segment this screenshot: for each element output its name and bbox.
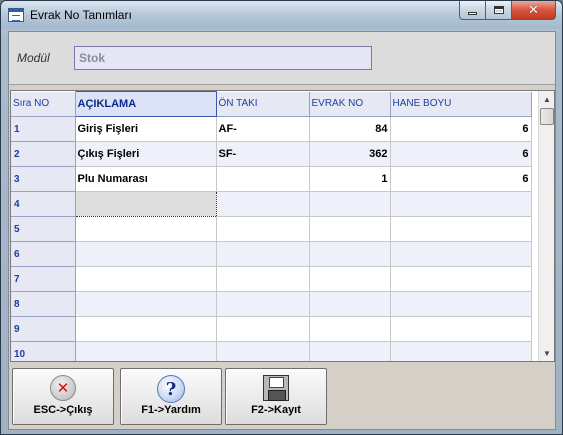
grid-header-row: Sıra NO AÇIKLAMA ÖN TAKI EVRAK NO HANE B… [11, 91, 532, 117]
module-field[interactable]: Stok [74, 46, 372, 70]
table-row: 7 [11, 266, 532, 292]
cell-description[interactable] [75, 216, 217, 242]
scroll-thumb[interactable] [540, 108, 554, 125]
cell-prefix[interactable] [216, 166, 310, 192]
row-number[interactable]: 4 [11, 191, 76, 217]
cell-prefix[interactable] [216, 291, 310, 317]
save-button[interactable]: F2->Kayıt [225, 368, 327, 425]
cell-number[interactable] [309, 191, 391, 217]
table-row: 3 Plu Numarası 1 6 [11, 166, 532, 192]
cell-digits[interactable] [390, 216, 532, 242]
minimize-icon [468, 11, 477, 15]
table-row: 2 Çıkış Fişleri SF- 362 6 [11, 141, 532, 167]
cell-description[interactable]: Giriş Fişleri [75, 116, 217, 142]
cell-description[interactable] [75, 266, 217, 292]
row-number[interactable]: 10 [11, 341, 76, 361]
row-number[interactable]: 5 [11, 216, 76, 242]
window-controls: ✕ [459, 1, 556, 20]
cell-number[interactable]: 84 [309, 116, 391, 142]
cell-prefix[interactable] [216, 341, 310, 361]
cell-prefix[interactable] [216, 216, 310, 242]
cell-number[interactable] [309, 266, 391, 292]
table-row: 9 [11, 316, 532, 342]
cell-digits[interactable] [390, 191, 532, 217]
close-circle-icon: ✕ [50, 375, 76, 401]
cell-digits[interactable] [390, 316, 532, 342]
cell-description[interactable] [75, 316, 217, 342]
save-button-label: F2->Kayıt [251, 404, 301, 416]
row-number[interactable]: 6 [11, 241, 76, 267]
column-header-description[interactable]: AÇIKLAMA [74, 91, 217, 117]
question-mark-icon: ? [157, 375, 185, 403]
client-area: Modül Stok Sıra NO AÇIKLAMA ÖN TAKI EVRA… [8, 31, 556, 430]
exit-button[interactable]: ✕ ESC->Çıkış [12, 368, 114, 425]
grid-table: Sıra NO AÇIKLAMA ÖN TAKI EVRAK NO HANE B… [11, 91, 532, 361]
cell-number[interactable] [309, 241, 391, 267]
cell-digits[interactable]: 6 [390, 141, 532, 167]
cell-digits[interactable] [390, 291, 532, 317]
cell-prefix[interactable]: AF- [216, 116, 310, 142]
exit-button-label: ESC->Çıkış [33, 404, 93, 416]
row-number[interactable]: 7 [11, 266, 76, 292]
row-number[interactable]: 1 [11, 116, 76, 142]
help-button[interactable]: ? F1->Yardım [120, 368, 222, 425]
title-bar[interactable]: Evrak No Tanımları ✕ [1, 1, 562, 29]
document-number-grid[interactable]: Sıra NO AÇIKLAMA ÖN TAKI EVRAK NO HANE B… [10, 90, 555, 362]
scroll-up-icon[interactable]: ▲ [539, 91, 554, 107]
cell-number[interactable] [309, 316, 391, 342]
table-row: 4 [11, 191, 532, 217]
cell-description[interactable] [75, 291, 217, 317]
cell-digits[interactable]: 6 [390, 116, 532, 142]
cell-number[interactable]: 1 [309, 166, 391, 192]
cell-number[interactable] [309, 216, 391, 242]
row-number[interactable]: 8 [11, 291, 76, 317]
table-row: 8 [11, 291, 532, 317]
app-icon[interactable] [8, 8, 24, 22]
column-header-digits[interactable]: HANE BOYU [390, 91, 532, 117]
column-header-no[interactable]: Sıra NO [11, 91, 76, 117]
close-button[interactable]: ✕ [512, 1, 556, 20]
window-title: Evrak No Tanımları [30, 8, 132, 22]
minimize-button[interactable] [459, 1, 486, 20]
table-row: 5 [11, 216, 532, 242]
row-number[interactable]: 3 [11, 166, 76, 192]
table-row: 10 [11, 341, 532, 361]
help-button-label: F1->Yardım [141, 404, 201, 416]
table-row: 1 Giriş Fişleri AF- 84 6 [11, 116, 532, 142]
vertical-scrollbar[interactable]: ▲ ▼ [538, 91, 554, 361]
cell-digits[interactable] [390, 341, 532, 361]
maximize-button[interactable] [486, 1, 512, 20]
column-header-prefix[interactable]: ÖN TAKI [216, 91, 310, 117]
cell-digits[interactable] [390, 241, 532, 267]
cell-description-focused[interactable] [74, 191, 217, 217]
table-row: 6 [11, 241, 532, 267]
cell-description[interactable]: Plu Numarası [75, 166, 217, 192]
cell-number[interactable] [309, 291, 391, 317]
row-number[interactable]: 9 [11, 316, 76, 342]
maximize-icon [493, 6, 504, 14]
module-label: Modül [17, 51, 50, 65]
module-panel: Modül Stok [9, 32, 555, 85]
cell-description[interactable] [75, 241, 217, 267]
cell-digits[interactable] [390, 266, 532, 292]
scroll-down-icon[interactable]: ▼ [539, 345, 554, 361]
row-number[interactable]: 2 [11, 141, 76, 167]
cell-description[interactable] [75, 341, 217, 361]
cell-prefix[interactable] [216, 191, 310, 217]
cell-prefix[interactable] [216, 316, 310, 342]
bottom-toolbar: ✕ ESC->Çıkış ? F1->Yardım F2->Kayıt [9, 365, 555, 429]
cell-prefix[interactable]: SF- [216, 141, 310, 167]
app-window: Evrak No Tanımları ✕ Modül Stok Sıra NO … [0, 0, 563, 435]
floppy-disk-icon [263, 375, 289, 401]
cell-prefix[interactable] [216, 241, 310, 267]
cell-number[interactable]: 362 [309, 141, 391, 167]
close-icon: ✕ [528, 2, 539, 18]
cell-digits[interactable]: 6 [390, 166, 532, 192]
column-header-number[interactable]: EVRAK NO [309, 91, 391, 117]
cell-description[interactable]: Çıkış Fişleri [75, 141, 217, 167]
cell-prefix[interactable] [216, 266, 310, 292]
cell-number[interactable] [309, 341, 391, 361]
